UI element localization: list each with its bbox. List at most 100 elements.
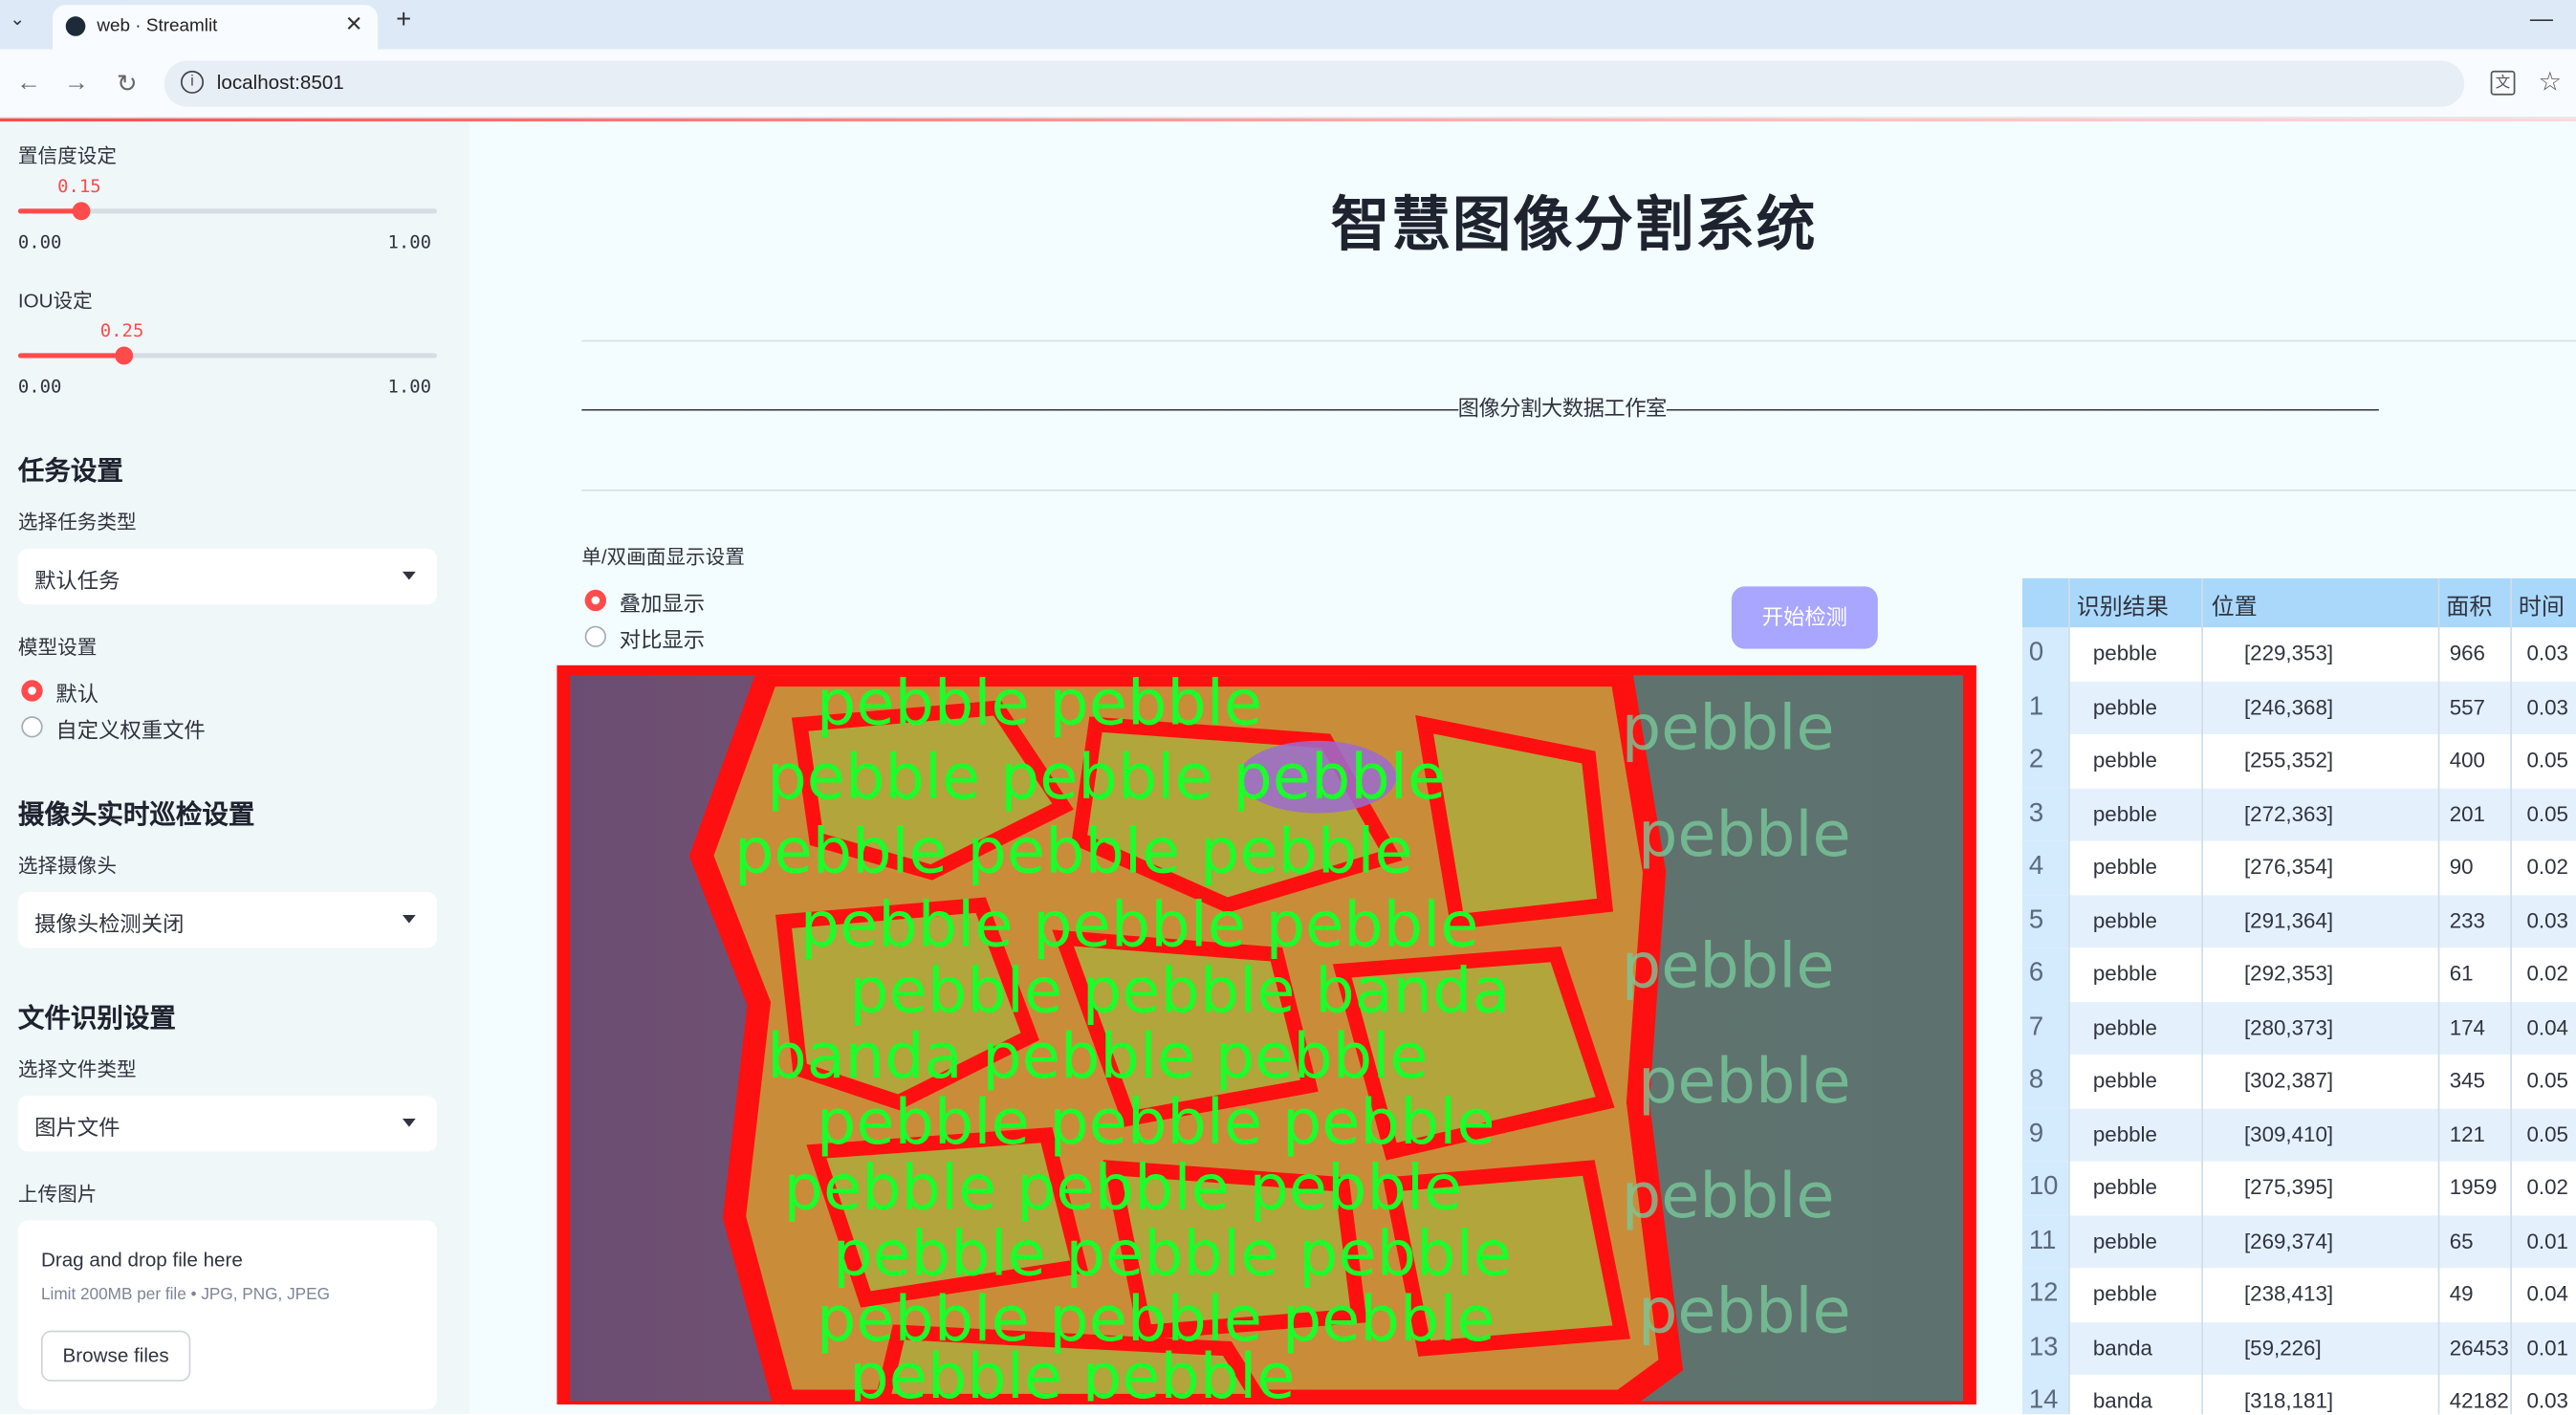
confidence-min: 0.00 bbox=[17, 231, 62, 253]
browse-files-button[interactable]: Browse files bbox=[40, 1330, 191, 1382]
svg-text:pebble: pebble bbox=[1638, 1045, 1851, 1118]
reload-icon[interactable]: ↻ bbox=[117, 69, 138, 98]
column-header-area[interactable]: 面积 bbox=[2446, 590, 2492, 622]
cell-label: pebble bbox=[2092, 1174, 2157, 1200]
table-row[interactable]: 3 pebble [272,363] 201 0.05 bbox=[2021, 787, 2576, 841]
iou-slider[interactable] bbox=[17, 346, 438, 365]
cell-area: 49 bbox=[2449, 1281, 2474, 1306]
tab-close-icon[interactable]: ✕ bbox=[345, 11, 363, 37]
cell-time: 0.05 bbox=[2526, 800, 2568, 826]
column-separator bbox=[2201, 577, 2203, 1415]
cell-position: [255,352] bbox=[2243, 747, 2334, 773]
file-type-label: 选择文件类型 bbox=[17, 1057, 137, 1081]
cell-position: [246,368] bbox=[2243, 693, 2334, 719]
svg-text:pebble: pebble bbox=[1622, 930, 1835, 1003]
cell-area: 201 bbox=[2449, 800, 2485, 826]
table-row[interactable]: 14 banda [318,181] 42182 0.03 bbox=[2021, 1375, 2576, 1415]
cell-area: 966 bbox=[2449, 641, 2485, 665]
svg-text:pebble: pebble bbox=[1638, 798, 1851, 871]
cell-time: 0.04 bbox=[2526, 1281, 2568, 1306]
table-row[interactable]: 7 pebble [280,373] 174 0.04 bbox=[2021, 1001, 2576, 1056]
confidence-value: 0.15 bbox=[57, 175, 101, 198]
site-info-icon[interactable]: i bbox=[180, 70, 205, 94]
translate-icon[interactable]: 文 bbox=[2490, 70, 2516, 96]
svg-text:pebble pebble banda: pebble pebble banda bbox=[849, 954, 1510, 1027]
cell-position: [59,226] bbox=[2243, 1334, 2322, 1360]
table-row[interactable]: 0 pebble [229,353] 966 0.03 bbox=[2021, 627, 2576, 682]
bookmark-star-icon[interactable]: ☆ bbox=[2538, 66, 2562, 98]
row-index: 12 bbox=[2028, 1279, 2059, 1308]
table-row[interactable]: 9 pebble [309,410] 121 0.05 bbox=[2021, 1107, 2576, 1162]
forward-arrow-icon[interactable]: → bbox=[64, 69, 89, 97]
file-type-select[interactable]: 图片文件 bbox=[17, 1095, 438, 1152]
row-index: 1 bbox=[2028, 692, 2044, 721]
browser-tab[interactable]: web · Streamlit ✕ bbox=[52, 5, 379, 50]
row-index: 10 bbox=[2028, 1172, 2059, 1201]
cell-position: [280,373] bbox=[2243, 1013, 2334, 1039]
iou-slider-thumb[interactable] bbox=[115, 346, 134, 365]
file-dropzone[interactable]: Drag and drop file here Limit 200MB per … bbox=[17, 1220, 438, 1410]
browser-tab-bar: ⌄ web · Streamlit ✕ + — bbox=[0, 0, 2576, 50]
cell-label: pebble bbox=[2092, 961, 2157, 986]
model-settings-label: 模型设置 bbox=[17, 635, 98, 659]
table-row[interactable]: 6 pebble [292,353] 61 0.02 bbox=[2021, 947, 2576, 1002]
url-field[interactable]: i localhost:8501 bbox=[164, 60, 2465, 107]
new-tab-icon[interactable]: + bbox=[396, 7, 411, 36]
cell-time: 0.01 bbox=[2526, 1228, 2568, 1253]
segmentation-result-image: pebble pebble pebble pebble pebble pebbl… bbox=[557, 664, 1976, 1404]
confidence-slider-thumb[interactable] bbox=[72, 202, 91, 221]
cell-area: 61 bbox=[2449, 961, 2474, 986]
cell-label: pebble bbox=[2092, 1228, 2157, 1253]
table-row[interactable]: 13 banda [59,226] 26453 0.01 bbox=[2021, 1321, 2576, 1376]
confidence-slider[interactable] bbox=[17, 202, 438, 221]
svg-text:banda pebble pebble: banda pebble pebble bbox=[767, 1020, 1428, 1093]
svg-text:pebble pebble pebble: pebble pebble pebble bbox=[767, 741, 1446, 814]
row-index: 4 bbox=[2028, 852, 2044, 881]
table-row[interactable]: 1 pebble [246,368] 557 0.03 bbox=[2021, 681, 2576, 734]
back-arrow-icon[interactable]: ← bbox=[16, 69, 41, 97]
radio-button[interactable] bbox=[21, 680, 43, 702]
table-row[interactable]: 5 pebble [291,364] 233 0.03 bbox=[2021, 894, 2576, 948]
iou-min: 0.00 bbox=[17, 376, 62, 398]
row-index: 7 bbox=[2028, 1012, 2044, 1041]
svg-text:pebble pebble pebble: pebble pebble pebble bbox=[833, 1217, 1512, 1290]
cell-area: 557 bbox=[2449, 693, 2485, 719]
cell-label: pebble bbox=[2092, 800, 2157, 826]
radio-button[interactable] bbox=[21, 716, 43, 738]
chevron-down-icon bbox=[402, 1119, 416, 1127]
column-header-label[interactable]: 识别结果 bbox=[2077, 590, 2169, 622]
table-row[interactable]: 12 pebble [238,413] 49 0.04 bbox=[2021, 1268, 2576, 1322]
cell-time: 0.03 bbox=[2526, 907, 2568, 933]
table-row[interactable]: 2 pebble [255,352] 400 0.05 bbox=[2021, 733, 2576, 788]
results-table[interactable]: 识别结果 位置 面积 时间 0 pebble [229,353] 966 0.03 1 pe… bbox=[2021, 577, 2576, 1415]
cell-label: banda bbox=[2092, 1334, 2152, 1360]
iou-value: 0.25 bbox=[99, 320, 144, 342]
radio-button[interactable] bbox=[584, 625, 606, 647]
url-text[interactable]: localhost:8501 bbox=[217, 71, 344, 94]
table-row[interactable]: 10 pebble [275,395] 1959 0.02 bbox=[2021, 1161, 2576, 1215]
cell-area: 400 bbox=[2449, 747, 2485, 773]
table-row[interactable]: 4 pebble [276,354] 90 0.02 bbox=[2021, 840, 2576, 895]
table-row[interactable]: 8 pebble [302,387] 345 0.05 bbox=[2021, 1055, 2576, 1108]
dropzone-text: Drag and drop file here bbox=[40, 1248, 243, 1272]
cell-position: [276,354] bbox=[2243, 854, 2334, 880]
svg-text:pebble: pebble bbox=[1622, 691, 1835, 764]
cell-label: pebble bbox=[2092, 907, 2157, 933]
file-settings-heading: 文件识别设置 bbox=[17, 1005, 176, 1034]
task-type-select[interactable]: 默认任务 bbox=[17, 548, 438, 605]
cell-position: [238,413] bbox=[2243, 1281, 2334, 1306]
task-type-value: 默认任务 bbox=[34, 568, 120, 594]
radio-button[interactable] bbox=[584, 589, 606, 612]
table-row[interactable]: 11 pebble [269,374] 65 0.01 bbox=[2021, 1214, 2576, 1269]
divider bbox=[581, 489, 2576, 491]
camera-select[interactable]: 摄像头检测关闭 bbox=[17, 891, 438, 948]
tab-list-chevron-icon[interactable]: ⌄ bbox=[10, 9, 25, 30]
cell-area: 42182 bbox=[2449, 1387, 2509, 1413]
row-index: 14 bbox=[2028, 1386, 2059, 1415]
model-option-label: 默认 bbox=[55, 682, 99, 707]
window-minimize-icon[interactable]: — bbox=[2530, 5, 2553, 31]
start-detection-button[interactable]: 开始检测 bbox=[1731, 586, 1878, 649]
column-header-position[interactable]: 位置 bbox=[2212, 590, 2258, 622]
column-header-time[interactable]: 时间 bbox=[2519, 590, 2565, 622]
svg-text:pebble pebble pebble: pebble pebble pebble bbox=[800, 889, 1479, 962]
